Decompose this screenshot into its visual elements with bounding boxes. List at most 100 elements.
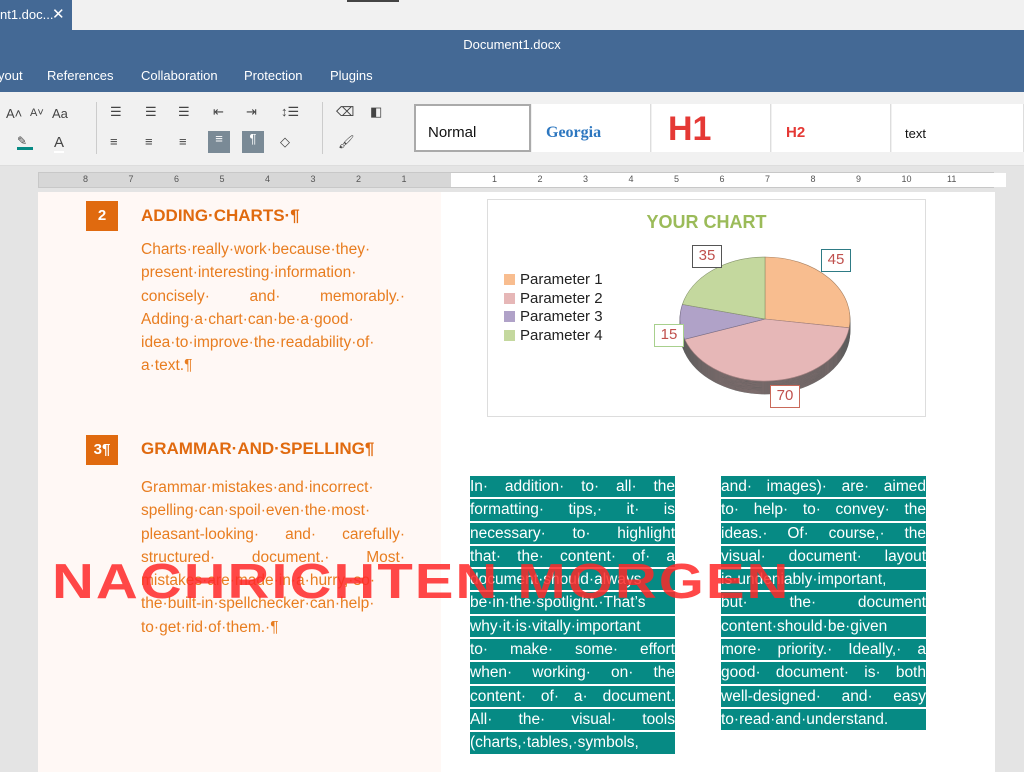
ruler-tick-label: 6: [174, 174, 180, 184]
text-line: content·should·be·given: [721, 615, 926, 640]
document-tab[interactable]: nt1.doc... ✕: [0, 0, 72, 30]
decrease-font-icon[interactable]: A˅: [30, 107, 44, 119]
separator: [96, 102, 97, 154]
text-line: visual· document· layout: [721, 545, 926, 570]
style-normal[interactable]: Normal: [414, 104, 531, 152]
menu-references[interactable]: References: [47, 60, 113, 92]
pilcrow-icon[interactable]: ¶: [242, 131, 264, 153]
text-line: to· help· to· convey· the: [721, 499, 926, 523]
ruler-text-area: [451, 173, 1006, 187]
increase-font-icon[interactable]: A˄: [6, 106, 22, 121]
increase-indent-icon[interactable]: ⇥: [246, 104, 257, 120]
highlight-icon[interactable]: ✎: [17, 134, 33, 150]
style-text[interactable]: text: [892, 104, 1024, 152]
format-painter-icon[interactable]: 🖌: [338, 134, 355, 150]
section-paragraph: Charts·really·work·because·they· present·…: [141, 238, 405, 378]
text-line: good· document· is· both: [721, 662, 926, 686]
horizontal-ruler[interactable]: 8 7 6 5 4 3 2 1 1 2 3 4 5 6 7 8 9 10 11: [38, 172, 1006, 188]
text-line: the·built-in·spellchecker·can·help·: [141, 595, 375, 613]
text-line: idea·to·improve·the·readability·of·: [141, 334, 375, 352]
ruler-tick-label: 2: [537, 174, 543, 184]
ruler-tick-label: 10: [901, 174, 912, 184]
clear-style-icon[interactable]: ⌫: [336, 104, 354, 120]
ruler-tick-label: 7: [765, 174, 771, 184]
text-line: formatting· tips,· it· is: [470, 499, 675, 523]
style-h1[interactable]: H1: [652, 104, 771, 152]
data-label: 70: [770, 385, 800, 408]
font-color-icon[interactable]: A: [54, 134, 65, 153]
text-line: is·undeniably·important,: [721, 569, 926, 593]
data-label: 15: [654, 324, 684, 347]
text-line: In· addition· to· all· the: [470, 476, 675, 500]
text-line: more· priority.· Ideally,· a: [721, 639, 926, 663]
change-case-icon[interactable]: Aa: [52, 106, 68, 121]
align-right-icon[interactable]: ≡: [179, 134, 187, 149]
pie-chart[interactable]: YOUR CHART Parameter 1 Parameter 2 Paramet…: [487, 199, 926, 417]
multilevel-list-icon[interactable]: ☰: [178, 104, 190, 120]
ruler-tick-label: 11: [947, 174, 957, 184]
menu-collaboration[interactable]: Collaboration: [141, 60, 218, 92]
menu-plugins[interactable]: Plugins: [330, 60, 373, 92]
ruler-tick-label: 1: [401, 174, 407, 184]
style-label: H2: [786, 124, 806, 141]
text-line: why·it·is·vitally·important: [470, 615, 675, 640]
shading-icon[interactable]: ◇: [280, 134, 290, 150]
text-line: content· of· a· document.: [470, 685, 675, 709]
tab-title: nt1.doc...: [0, 7, 54, 22]
menu-bar: yout References Collaboration Protection…: [0, 60, 1024, 92]
text-line: spelling·can·spoil·even·the·most·: [141, 502, 371, 520]
text-line: necessary· to· highlight: [470, 522, 675, 546]
text-line: and· images)· are· aimed: [721, 476, 926, 500]
text-line: structured· document.· Most·: [141, 548, 405, 566]
ruler-tick-label: 4: [628, 174, 634, 184]
text-line: to·get·rid·of·them.·¶: [141, 618, 279, 636]
text-line: All· the· visual· tools: [470, 708, 675, 733]
text-column-1: In· addition· to· all· the formatting· ti…: [470, 476, 675, 756]
ruler-tick-label: 6: [719, 174, 725, 184]
text-line: to·read·and·understand.: [721, 708, 926, 733]
text-line: ideas.· Of· course,· the: [721, 522, 926, 546]
text-line: well-designed· and· easy: [721, 685, 926, 709]
numbering-icon[interactable]: ☰: [145, 104, 157, 120]
ruler-tick-label: 3: [310, 174, 316, 184]
data-label: 35: [692, 245, 722, 268]
window-drag-handle: [347, 0, 399, 2]
pie-svg: [679, 256, 851, 395]
close-icon[interactable]: ✕: [52, 0, 65, 30]
text-line: when· working· on· the: [470, 662, 675, 686]
ruler-tick-label: 5: [219, 174, 225, 184]
bullets-icon[interactable]: ☰: [110, 104, 122, 120]
data-label: 45: [821, 249, 851, 272]
ruler-tick-label: 4: [265, 174, 271, 184]
text-line: mistakes·are·made·in·a·hurry,·so·: [141, 572, 375, 590]
section-paragraph: Grammar·mistakes·and·incorrect· spelling·…: [141, 476, 405, 639]
align-left-icon[interactable]: ≡: [110, 134, 118, 149]
ruler-tick-label: 8: [83, 174, 89, 184]
section-heading: GRAMMAR·AND·SPELLING¶: [141, 439, 375, 458]
text-column-2: and· images)· are· aimed to· help· to· co…: [721, 476, 926, 733]
tab-bar: nt1.doc... ✕: [0, 0, 1024, 30]
text-line: Charts·really·work·because·they·: [141, 241, 371, 258]
style-label: text: [905, 126, 926, 141]
text-line: document·should·always: [470, 569, 675, 593]
text-line: to· make· some· effort: [470, 639, 675, 663]
section-heading: ADDING·CHARTS·¶: [141, 206, 300, 225]
ruler-tick-label: 5: [674, 174, 680, 184]
copy-style-icon[interactable]: ◧: [370, 104, 382, 120]
style-h2[interactable]: H2: [772, 104, 891, 152]
ruler-tick-label: 7: [128, 174, 134, 184]
style-label: Georgia: [546, 124, 602, 141]
separator: [322, 102, 323, 154]
text-line: be·in·the·spotlight.·That’s: [470, 592, 675, 616]
text-line: present·interesting·information·: [141, 264, 357, 282]
decrease-indent-icon[interactable]: ⇤: [213, 104, 224, 120]
text-line: (charts,·tables,·symbols,: [470, 732, 675, 756]
menu-protection[interactable]: Protection: [244, 60, 303, 92]
line-spacing-icon[interactable]: ↕☰: [281, 104, 299, 120]
style-georgia[interactable]: Georgia: [532, 104, 651, 152]
ruler-tick-label: 1: [492, 174, 498, 184]
justify-icon[interactable]: ≡: [208, 131, 230, 153]
align-center-icon[interactable]: ≡: [145, 134, 153, 149]
menu-layout[interactable]: yout: [0, 60, 23, 92]
text-line: pleasant-looking· and· carefully·: [141, 525, 405, 543]
